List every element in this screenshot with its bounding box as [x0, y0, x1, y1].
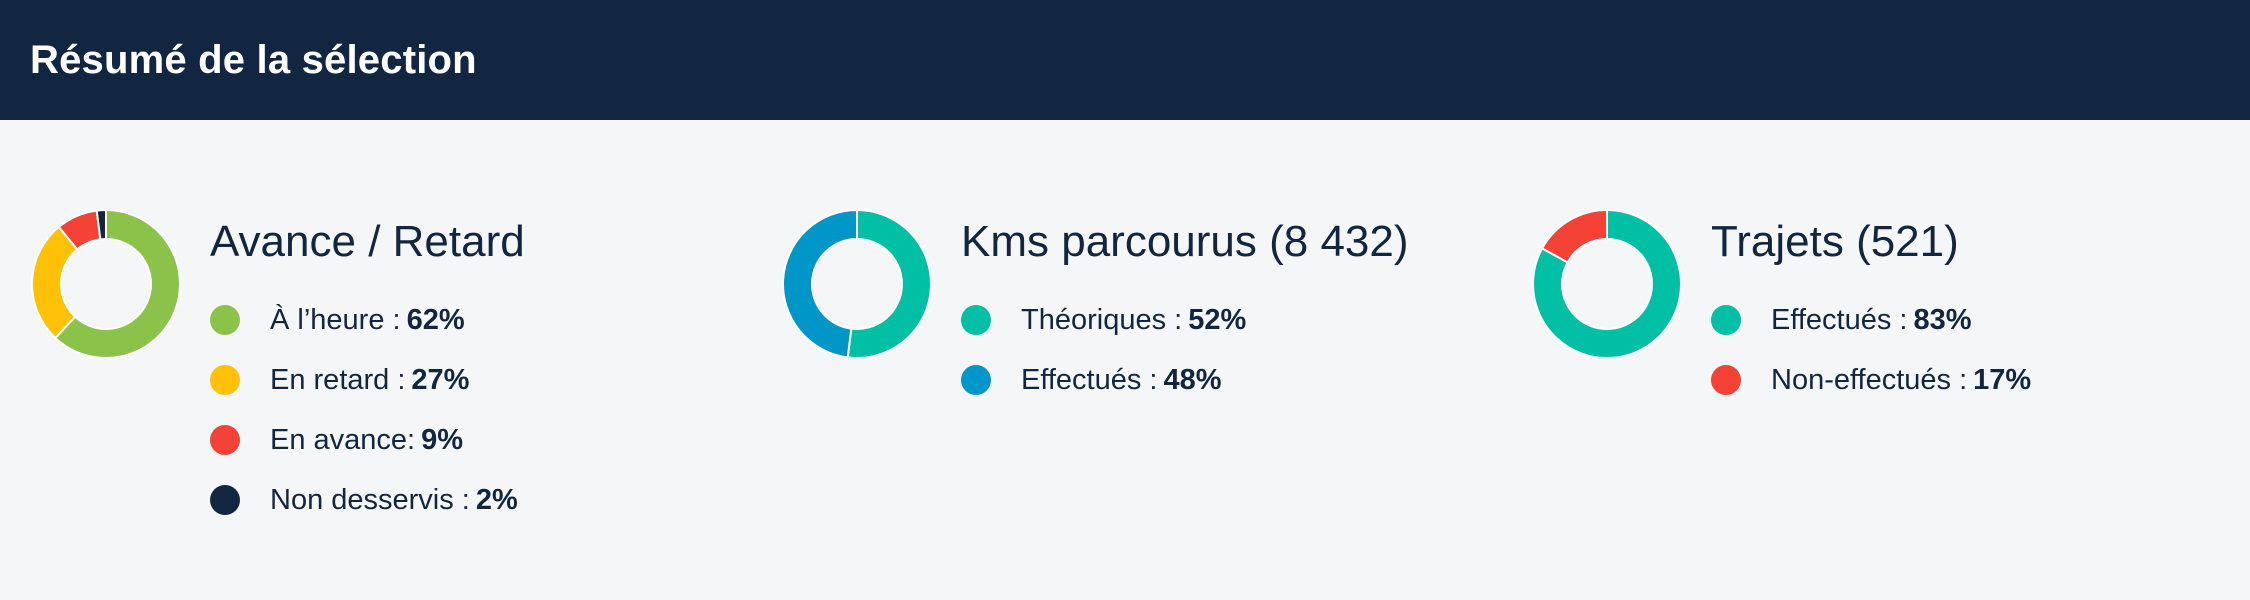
legend-item-non-desservis: Non desservis :2% [210, 470, 518, 530]
legend-item-en-retard: En retard :27% [210, 350, 518, 410]
legend-dot [210, 425, 240, 455]
kms-parcourus-donut [782, 208, 932, 359]
legend-label: Théoriques : [1021, 303, 1183, 336]
legend-dot [961, 305, 991, 335]
kms-parcourus-title: Kms parcourus (8 432) [961, 217, 1409, 266]
donut-slice-theoriques [846, 208, 932, 359]
legend-value: 9% [421, 423, 464, 456]
legend-dot [210, 365, 240, 395]
legend-value: 27% [411, 363, 470, 396]
trajets-title: Trajets (521) [1711, 217, 1959, 266]
legend-label: En avance: [270, 423, 416, 456]
donut-slice-en-retard [31, 225, 79, 340]
legend-label: Effectués : [1771, 303, 1908, 336]
legend-value: 52% [1188, 303, 1247, 336]
avance-retard-donut [31, 208, 181, 359]
legend-value: 83% [1913, 303, 1972, 336]
legend-value: 62% [406, 303, 465, 336]
trajets-legend: Effectués :83% Non-effectués :17% [1711, 290, 2031, 410]
donut-slice-effectues [782, 208, 858, 359]
avance-retard-title: Avance / Retard [210, 217, 525, 266]
legend-label: En retard : [270, 363, 406, 396]
legend-item-a-l-heure: À l’heure :62% [210, 290, 518, 350]
legend-item-en-avance: En avance: 9% [210, 410, 518, 470]
legend-item-non-effectues: Non-effectués :17% [1711, 350, 2031, 410]
page-title: Résumé de la sélection [30, 37, 477, 82]
legend-dot [1711, 305, 1741, 335]
header-bar: Résumé de la sélection [0, 0, 2250, 120]
legend-label: Non-effectués : [1771, 363, 1968, 396]
legend-item-effectues: Effectués :48% [961, 350, 1246, 410]
legend-value: 2% [475, 483, 518, 516]
legend-dot [210, 305, 240, 335]
avance-retard-legend: À l’heure :62% En retard :27% En avance: 9%… [210, 290, 518, 530]
donut-slice-non-effectues [1540, 208, 1608, 264]
trajets-donut [1532, 208, 1682, 359]
legend-label: Effectués : [1021, 363, 1158, 396]
legend-label: Non desservis : [270, 483, 470, 516]
legend-item-theoriques: Théoriques :52% [961, 290, 1246, 350]
legend-label: À l’heure : [270, 303, 401, 336]
legend-value: 48% [1163, 363, 1222, 396]
summary-content: Avance / Retard À l’heure :62% En retard … [0, 120, 2250, 600]
legend-dot [210, 485, 240, 515]
kms-parcourus-legend: Théoriques :52% Effectués :48% [961, 290, 1246, 410]
legend-dot [961, 365, 991, 395]
legend-dot [1711, 365, 1741, 395]
legend-item-effectues: Effectués :83% [1711, 290, 2031, 350]
legend-value: 17% [1973, 363, 2032, 396]
